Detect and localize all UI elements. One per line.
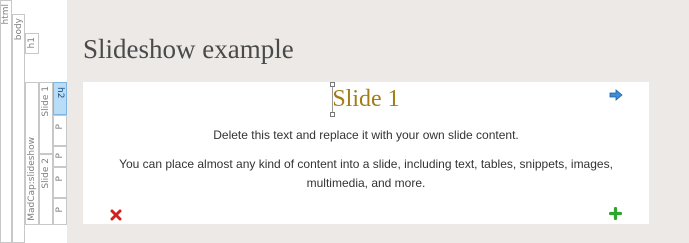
structure-label-madcap-slideshow: MadCap:slideshow (27, 137, 37, 221)
structure-label-html: html (1, 4, 11, 25)
structure-bar-h1[interactable]: h1 (25, 33, 39, 54)
structure-bar-p2[interactable]: P (53, 146, 67, 167)
structure-label-h1: h1 (27, 37, 37, 49)
structure-label-p2: P (55, 153, 65, 159)
slide-paragraph-1[interactable]: Delete this text and replace it with you… (83, 126, 649, 145)
structure-bar: html body h1 MadCap:slideshow Slide 1 Sl… (0, 0, 67, 243)
slide-panel: Slide 1 Delete this text and replace it … (83, 82, 649, 224)
structure-label-slide2: Slide 2 (41, 158, 51, 189)
structure-bar-p3[interactable]: P (53, 167, 67, 198)
arrow-right-icon[interactable] (609, 88, 623, 101)
structure-bar-slide2[interactable]: Slide 2 (39, 154, 53, 225)
structure-label-p3: P (55, 176, 65, 182)
structure-bar-p4[interactable]: P (53, 198, 67, 225)
structure-bar-h2[interactable]: h2 (53, 82, 67, 115)
structure-bar-p1[interactable]: P (53, 115, 67, 146)
slide-heading[interactable]: Slide 1 (83, 86, 649, 113)
add-plus-icon[interactable] (608, 206, 623, 221)
structure-label-h2: h2 (55, 87, 65, 99)
structure-label-body: body (13, 18, 24, 41)
structure-label-p4: P (55, 207, 65, 213)
page-title: Slideshow example (83, 34, 294, 64)
structure-bar-body[interactable]: body (12, 14, 25, 243)
slide-paragraph-2-line-1[interactable]: You can place almost any kind of content… (83, 155, 649, 174)
structure-bar-html[interactable]: html (0, 0, 12, 243)
structure-bar-slide1[interactable]: Slide 1 (39, 82, 53, 154)
delete-x-icon[interactable] (110, 208, 122, 221)
structure-bar-madcap-slideshow[interactable]: MadCap:slideshow (25, 82, 39, 225)
structure-label-slide1: Slide 1 (41, 86, 51, 117)
slide-paragraph-2-line-2[interactable]: multimedia, and more. (83, 174, 649, 193)
structure-label-p1: P (55, 124, 65, 130)
